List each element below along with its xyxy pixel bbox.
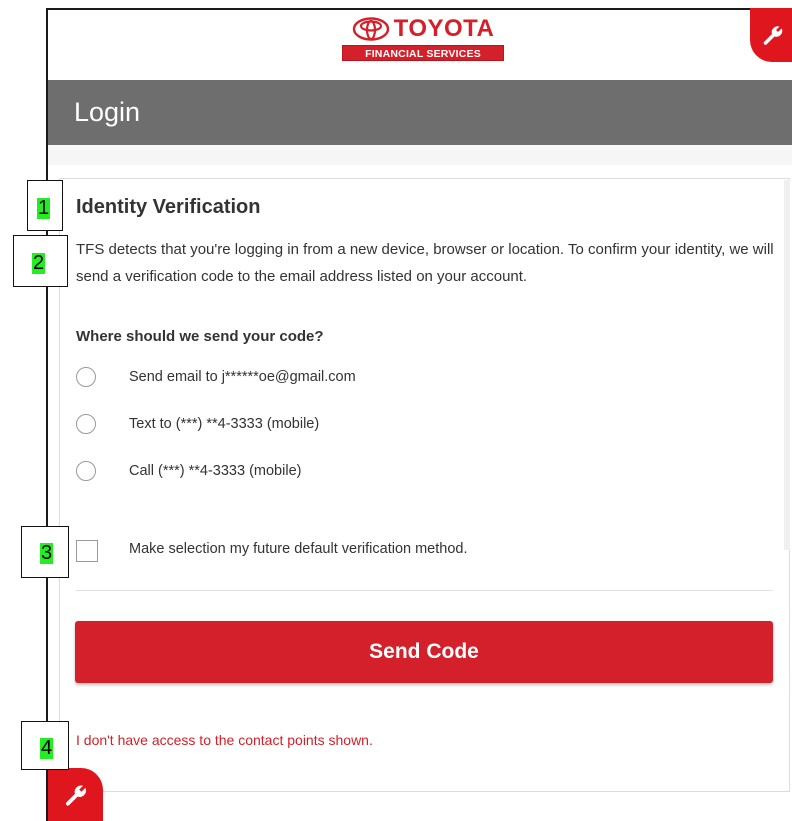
option-text[interactable]: Text to (***) **4-3333 (mobile) bbox=[76, 414, 319, 434]
header-spacer bbox=[48, 145, 792, 165]
logo-subtitle: FINANCIAL SERVICES bbox=[342, 45, 504, 61]
wrench-icon-glyph bbox=[763, 26, 783, 45]
send-code-button[interactable]: Send Code bbox=[75, 621, 773, 683]
callout-4: 4 bbox=[21, 721, 69, 770]
option-call[interactable]: Call (***) **4-3333 (mobile) bbox=[76, 461, 301, 481]
verification-description: TFS detects that you're logging in from … bbox=[76, 241, 774, 285]
option-call-label: Call (***) **4-3333 (mobile) bbox=[129, 463, 302, 479]
default-method-label: Make selection my future default verific… bbox=[129, 541, 468, 557]
wrench-icon[interactable] bbox=[750, 8, 792, 62]
logo-brand-text: TOYOTA bbox=[393, 15, 495, 42]
callout-number: 3 bbox=[40, 542, 53, 564]
callout-3: 3 bbox=[21, 526, 69, 578]
callout-number: 1 bbox=[37, 197, 50, 219]
option-email-label: Send email to j******oe@gmail.com bbox=[129, 369, 356, 385]
scrollbar[interactable] bbox=[784, 180, 790, 550]
identity-verification-heading: Identity Verification bbox=[76, 196, 261, 218]
toyota-logo: TOYOTA FINANCIAL SERVICES bbox=[339, 16, 507, 68]
send-code-question: Where should we send your code? bbox=[76, 328, 324, 345]
wrench-icon[interactable] bbox=[48, 768, 103, 821]
wrench-icon-glyph bbox=[65, 785, 86, 806]
page-title: Login bbox=[74, 97, 141, 127]
option-email[interactable]: Send email to j******oe@gmail.com bbox=[76, 367, 356, 387]
radio-email[interactable] bbox=[76, 367, 96, 387]
callout-number: 4 bbox=[40, 737, 53, 759]
default-method-checkbox[interactable] bbox=[76, 540, 98, 562]
callout-number: 2 bbox=[32, 252, 45, 274]
option-text-label: Text to (***) **4-3333 (mobile) bbox=[129, 416, 320, 432]
callout-1: 1 bbox=[27, 180, 63, 231]
divider bbox=[76, 590, 773, 591]
no-access-link[interactable]: I don't have access to the contact point… bbox=[76, 732, 373, 748]
radio-call[interactable] bbox=[76, 461, 96, 481]
radio-text[interactable] bbox=[76, 414, 96, 434]
login-header-bar: Login bbox=[48, 80, 792, 145]
toyota-emblem-icon bbox=[352, 17, 389, 41]
callout-2: 2 bbox=[13, 235, 68, 287]
